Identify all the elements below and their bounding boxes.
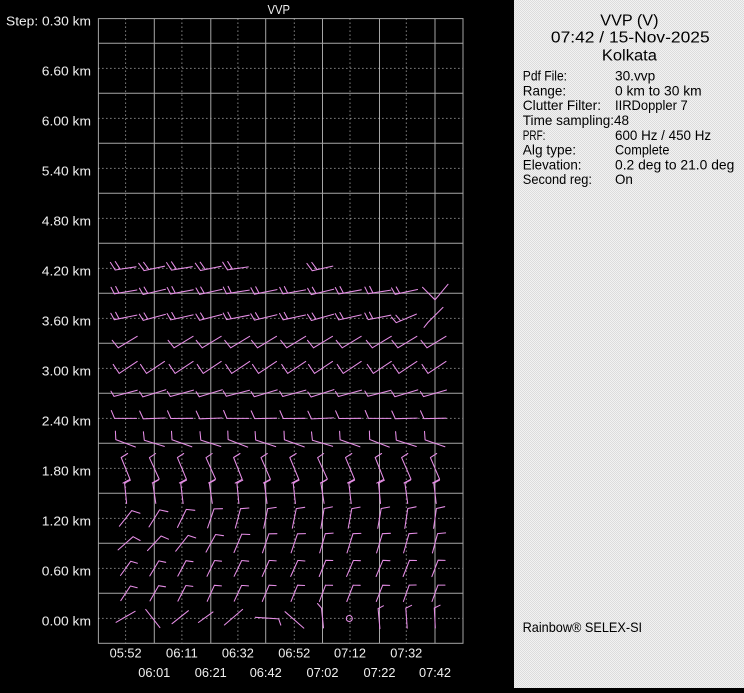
svg-text:2.40 km: 2.40 km (42, 413, 91, 428)
svg-text:Range:: Range: (523, 82, 566, 98)
svg-text:30.vvp: 30.vvp (615, 68, 655, 84)
svg-text:07:42 / 15-Nov-2025: 07:42 / 15-Nov-2025 (551, 30, 710, 47)
svg-text:1.80 km: 1.80 km (42, 463, 91, 478)
svg-text:Elevation:: Elevation: (523, 156, 582, 172)
svg-text:6.00 km: 6.00 km (42, 113, 91, 128)
svg-text:6.60 km: 6.60 km (42, 63, 91, 78)
svg-text:4.20 km: 4.20 km (42, 263, 91, 278)
svg-text:06:21: 06:21 (195, 665, 227, 680)
svg-text:Step: 0.30 km: Step: 0.30 km (6, 14, 91, 29)
svg-text:07:22: 07:22 (364, 665, 396, 680)
svg-text:05:52: 05:52 (110, 646, 142, 661)
svg-text:3.60 km: 3.60 km (42, 313, 91, 328)
svg-text:06:11: 06:11 (166, 646, 198, 661)
svg-text:0 km to 30 km: 0 km to 30 km (615, 82, 702, 98)
svg-text:07:02: 07:02 (307, 665, 339, 680)
svg-text:Complete: Complete (615, 142, 670, 158)
svg-text:On: On (615, 171, 633, 187)
svg-text:Kolkata: Kolkata (602, 47, 658, 64)
svg-text:0.60 km: 0.60 km (42, 563, 91, 578)
svg-text:06:42: 06:42 (250, 665, 282, 680)
svg-text:Rainbow® SELEX-SI: Rainbow® SELEX-SI (523, 619, 643, 635)
svg-text:IIRDoppler 7: IIRDoppler 7 (615, 97, 688, 113)
svg-text:Second reg:: Second reg: (523, 171, 592, 187)
svg-text:PRF:: PRF: (523, 127, 546, 143)
svg-text:Pdf File:: Pdf File: (523, 68, 567, 84)
svg-text:06:52: 06:52 (278, 646, 310, 661)
svg-text:06:32: 06:32 (222, 646, 254, 661)
svg-text:06:01: 06:01 (138, 665, 170, 680)
svg-text:Time sampling:48: Time sampling:48 (523, 112, 629, 128)
svg-text:1.20 km: 1.20 km (42, 513, 91, 528)
svg-text:600 Hz / 450 Hz: 600 Hz / 450 Hz (615, 127, 711, 143)
svg-text:0.2 deg to 21.0 deg: 0.2 deg to 21.0 deg (615, 156, 734, 172)
svg-text:Alg type:: Alg type: (523, 142, 576, 158)
svg-text:VVP (V): VVP (V) (600, 12, 658, 29)
svg-text:07:32: 07:32 (390, 646, 422, 661)
svg-text:Clutter Filter:: Clutter Filter: (523, 97, 601, 113)
svg-text:0.00 km: 0.00 km (42, 613, 91, 628)
svg-text:07:12: 07:12 (334, 646, 366, 661)
svg-text:4.80 km: 4.80 km (42, 213, 91, 228)
svg-text:5.40 km: 5.40 km (42, 163, 91, 178)
svg-text:07:42: 07:42 (419, 665, 451, 680)
svg-text:VVP: VVP (268, 2, 291, 17)
svg-text:3.00 km: 3.00 km (42, 363, 91, 378)
